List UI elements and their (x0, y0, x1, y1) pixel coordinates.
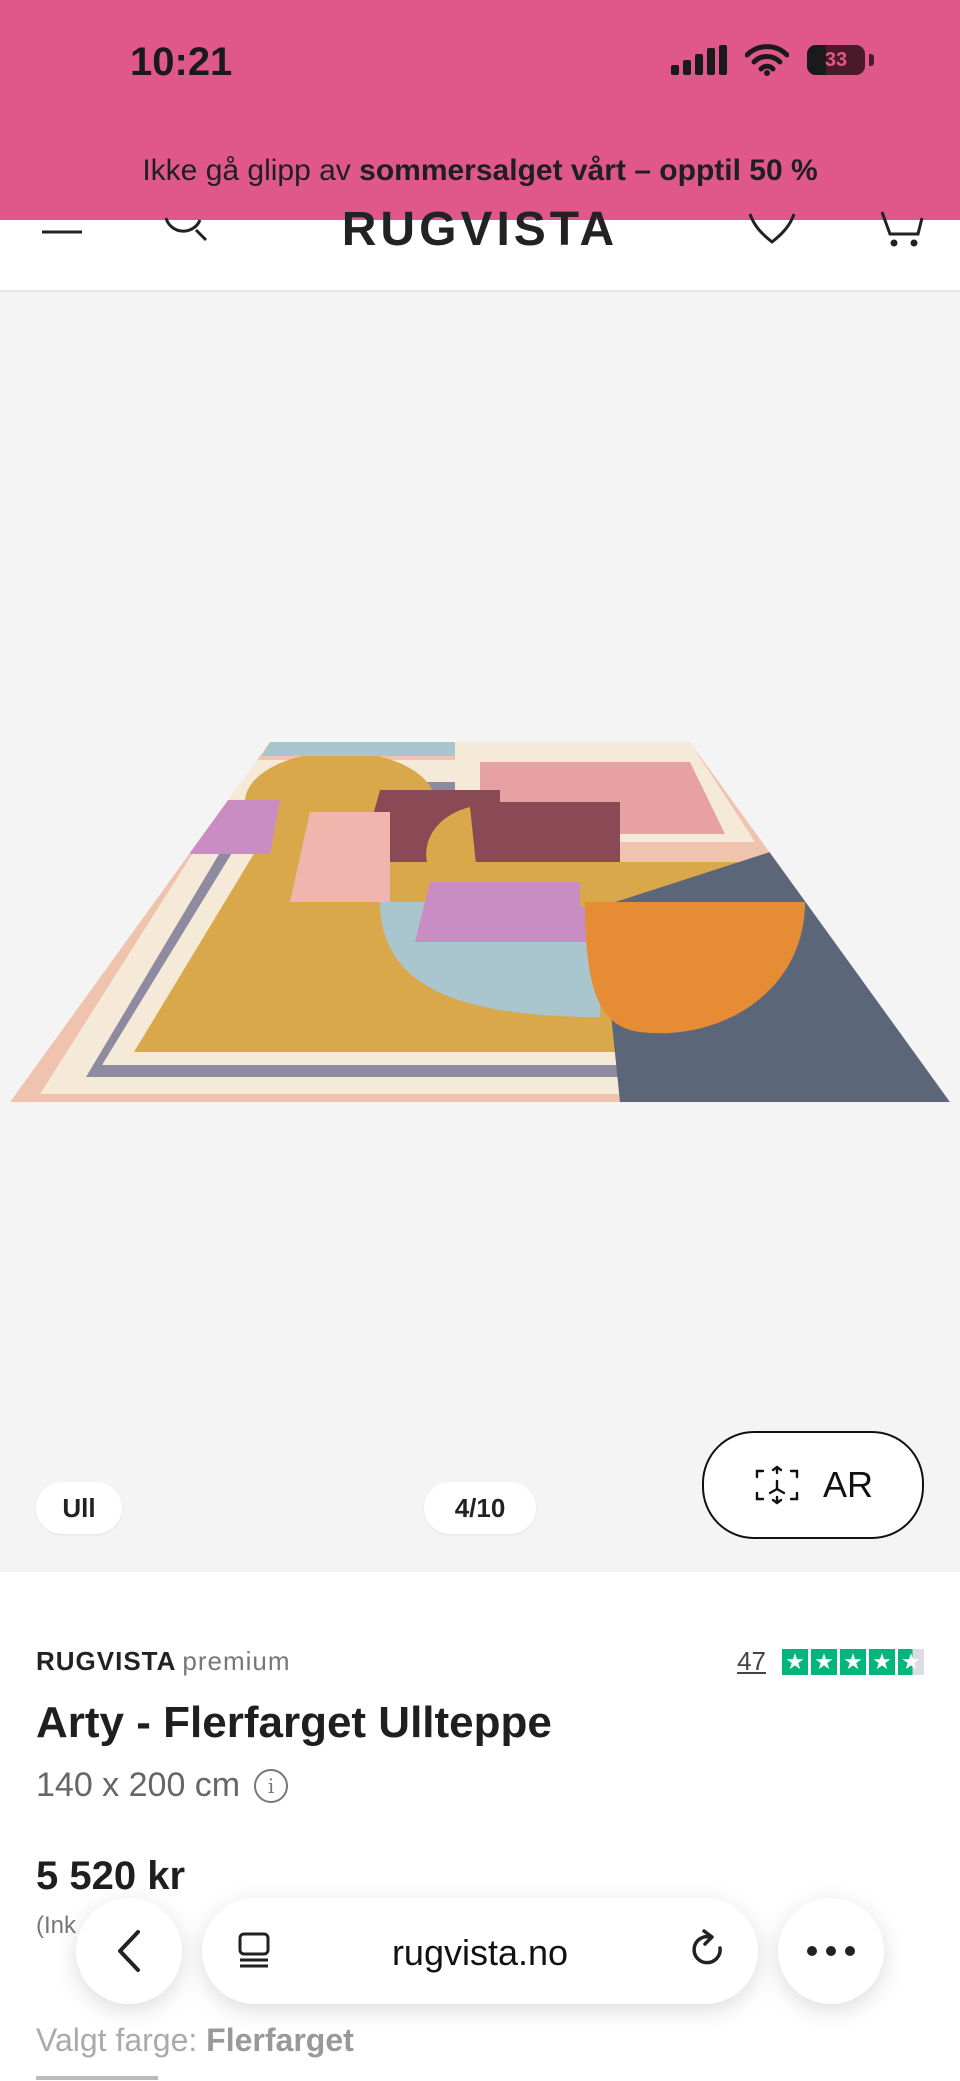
color-label: Valgt farge: (36, 2022, 207, 2058)
size-value: 140 x 200 cm (36, 1766, 241, 1804)
chevron-left-icon (118, 1930, 140, 1972)
product-image-rug[interactable] (0, 742, 960, 1422)
product-title: Arty - Flerfarget Ullteppe (36, 1698, 552, 1747)
color-swatch-indicator (36, 2076, 158, 2080)
url-text[interactable]: rugvista.no (202, 1932, 758, 1974)
battery-icon: 33 (807, 45, 865, 75)
wishlist-heart-icon[interactable] (748, 210, 796, 250)
reload-icon[interactable] (686, 1928, 730, 1974)
product-size: 140 x 200 cm i (36, 1766, 289, 1805)
browser-back-button[interactable] (76, 1898, 182, 2004)
battery-percent: 33 (824, 48, 848, 71)
brand-name: RUGVISTA (36, 1646, 177, 1676)
ar-cube-icon (755, 1465, 799, 1505)
address-bar[interactable]: rugvista.no (202, 1898, 758, 2004)
review-count-link[interactable]: 47 (737, 1646, 766, 1677)
more-options-button[interactable] (778, 1898, 884, 2004)
brand-subline: premium (182, 1646, 291, 1676)
color-value: Flerfarget (206, 2022, 354, 2058)
promo-text[interactable]: Ikke gå glipp av sommersalget vårt – opp… (0, 154, 960, 188)
ar-label: AR (822, 1464, 873, 1505)
promo-text-bold: sommersalget vårt – opptil 50 % (359, 154, 818, 187)
ellipsis-icon (807, 1946, 855, 1956)
wifi-icon (745, 44, 789, 76)
material-badge: Ull (36, 1482, 122, 1534)
status-icons: 33 (671, 44, 874, 76)
cellular-signal-icon (671, 45, 727, 75)
selected-color: Valgt farge: Flerfarget (36, 2022, 354, 2059)
promo-banner[interactable]: 10:21 33 Ikke gå glipp av sommersalget v… (0, 0, 960, 220)
site-header: RUGVISTA (0, 203, 960, 292)
product-price: 5 520 kr (36, 1854, 186, 1898)
status-time: 10:21 (130, 40, 233, 84)
product-gallery[interactable]: Ull 4/10 AR (0, 292, 960, 1572)
star-icon: ★ (840, 1648, 866, 1675)
site-logo[interactable]: RUGVISTA (0, 202, 960, 257)
star-icon: ★ (782, 1648, 808, 1675)
cart-icon[interactable] (878, 210, 924, 250)
info-icon[interactable]: i (254, 1768, 289, 1803)
brand-line[interactable]: RUGVISTA premium (36, 1646, 291, 1677)
review-summary[interactable]: 47 ★ ★ ★ ★ ★ (737, 1646, 924, 1677)
star-icon: ★ (869, 1648, 895, 1675)
image-counter: 4/10 (424, 1482, 536, 1534)
promo-text-regular: Ikke gå glipp av (142, 154, 360, 187)
trustpilot-stars: ★ ★ ★ ★ ★ (782, 1648, 924, 1675)
battery-tip (869, 54, 874, 66)
star-icon: ★ (811, 1648, 837, 1675)
half-star-icon: ★ (898, 1648, 924, 1675)
ar-view-button[interactable]: AR (702, 1431, 924, 1539)
